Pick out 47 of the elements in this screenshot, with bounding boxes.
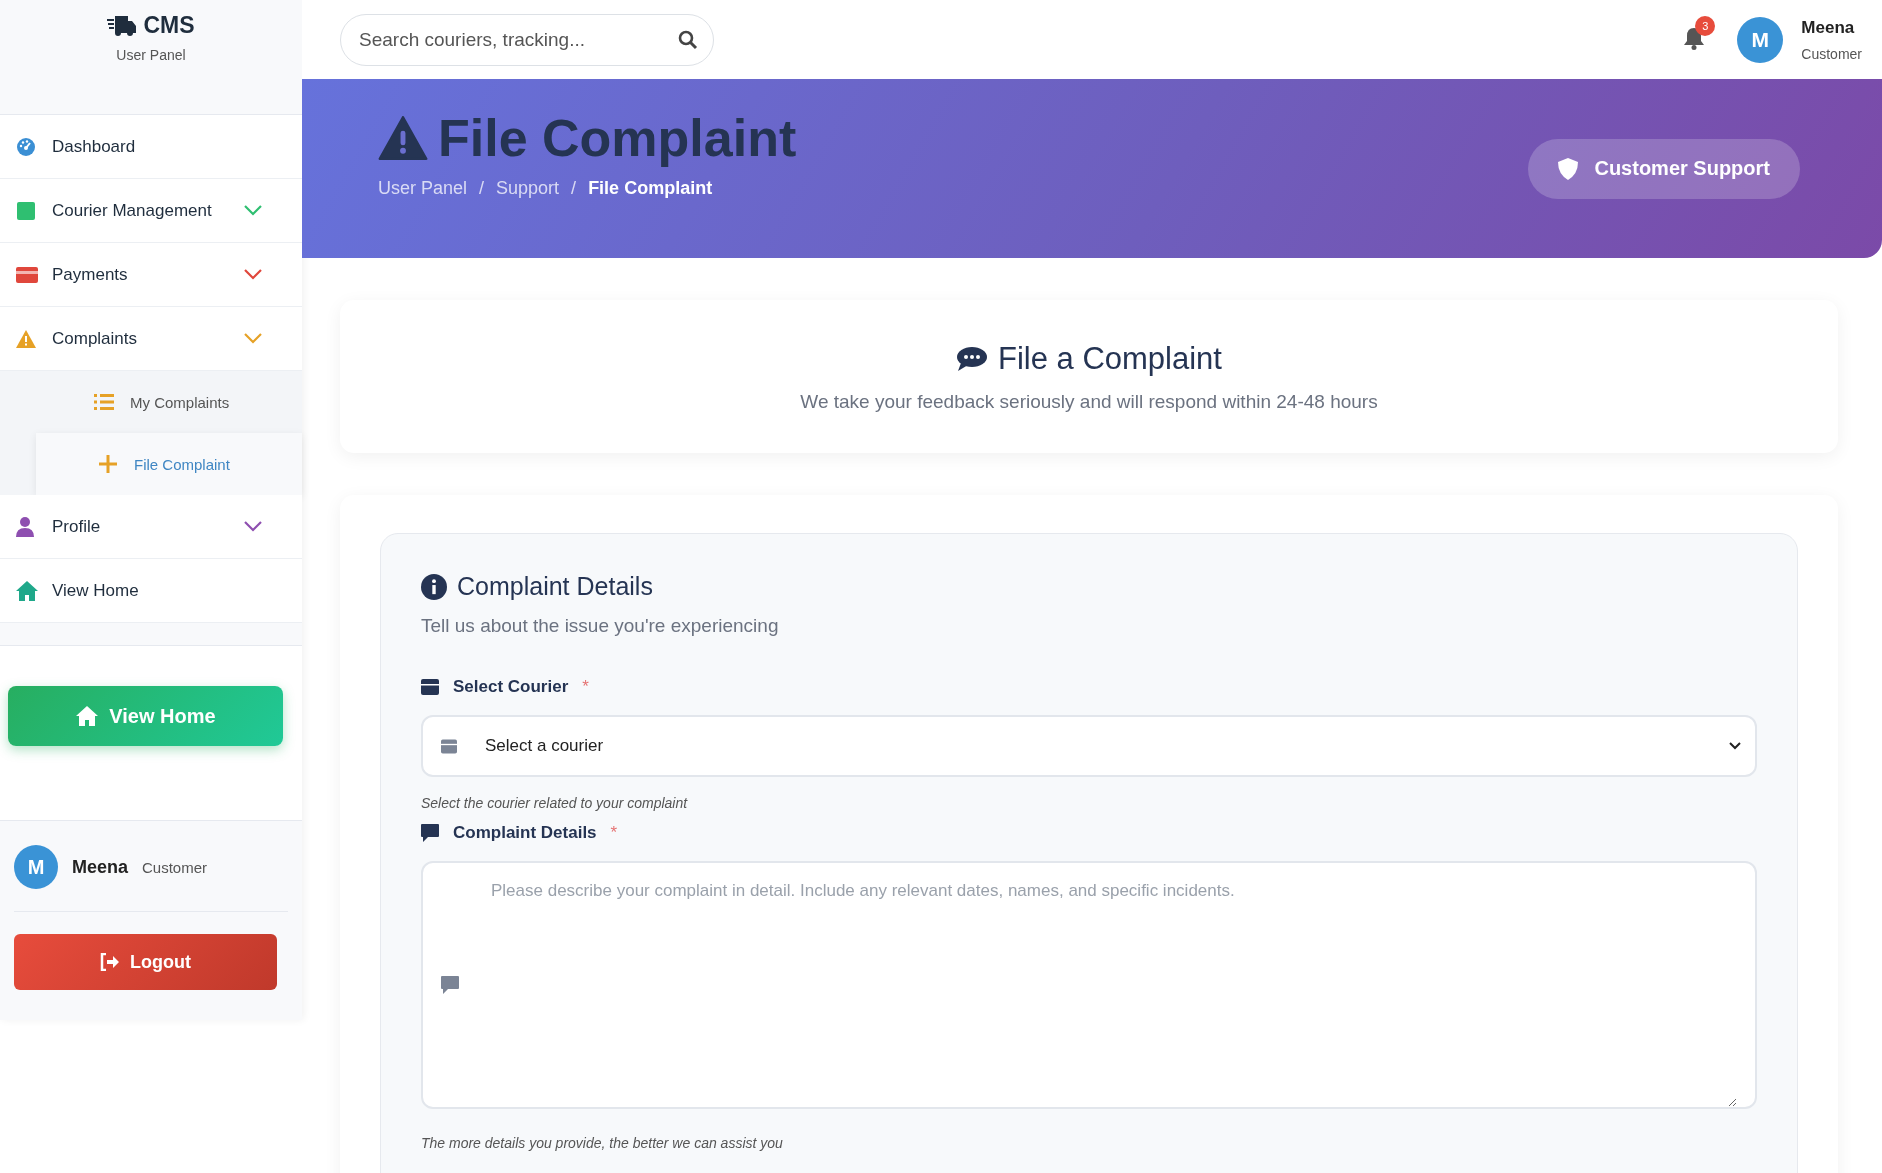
house-icon <box>75 706 100 726</box>
sidebar-item[interactable]: Profile <box>0 495 302 559</box>
submenu-item[interactable]: My Complaints <box>0 371 302 433</box>
section-subtitle: We take your feedback seriously and will respond within 24-48 hours <box>800 390 1378 413</box>
sidebar-item[interactable]: Payments <box>0 243 302 307</box>
user-role: Customer <box>142 858 208 876</box>
field-hint: Select the courier related to your complaint <box>421 795 689 811</box>
field-label: Select Courier <box>453 677 569 697</box>
notification-badge: 3 <box>1695 15 1716 36</box>
breadcrumb-separator: / <box>571 178 577 199</box>
list-icon <box>94 394 114 410</box>
search-icon <box>678 29 698 50</box>
brand-subtitle: User Panel <box>116 47 186 63</box>
plus-icon <box>98 454 118 474</box>
section-title: File a Complaint <box>998 340 1222 377</box>
sidebar-item[interactable]: Courier Management <box>0 179 302 243</box>
required-mark: * <box>582 677 589 697</box>
field-hint: The more details you provide, the better we can assist you <box>421 1135 784 1151</box>
user-name: Meena <box>1801 17 1856 38</box>
complaint-text-area[interactable]: Please describe your complaint in detail. Include any relevant dates, names, and specific incidents. <box>421 861 1757 1109</box>
user-role: Customer <box>1801 45 1862 62</box>
brand-title: CMS <box>143 12 195 39</box>
logout-icon <box>100 953 120 971</box>
form-title: Complaint Details <box>457 572 653 601</box>
form-subtitle: Tell us about the issue you're experiencing <box>421 615 780 637</box>
sidebar-item[interactable]: View Home <box>0 559 302 623</box>
logout-button[interactable]: Logout <box>14 934 277 990</box>
courier-select[interactable]: Select a courier <box>421 715 1757 777</box>
page-title: File Complaint <box>438 108 797 168</box>
sidebar-item[interactable]: Complaints <box>0 307 302 371</box>
search-field[interactable]: Search couriers, tracking... <box>340 13 714 66</box>
comment-icon <box>421 824 439 842</box>
info-icon <box>421 573 447 600</box>
shield-icon <box>1558 157 1579 180</box>
required-mark: * <box>610 823 618 843</box>
sidebar-item[interactable]: Dashboard <box>0 115 302 179</box>
breadcrumb-separator: / <box>479 178 485 199</box>
comment-icon <box>441 976 459 994</box>
warning-icon <box>378 116 428 160</box>
user-avatar: M <box>14 845 58 889</box>
submenu-item[interactable]: File Complaint <box>36 433 302 495</box>
truck-icon <box>107 13 138 38</box>
customer-support-button[interactable]: Customer Support <box>1528 138 1800 199</box>
field-label: Complaint Details <box>453 823 597 843</box>
caret-icon <box>1729 742 1741 750</box>
user-name: Meena <box>72 856 129 878</box>
chat-bubbles-icon <box>956 345 988 372</box>
